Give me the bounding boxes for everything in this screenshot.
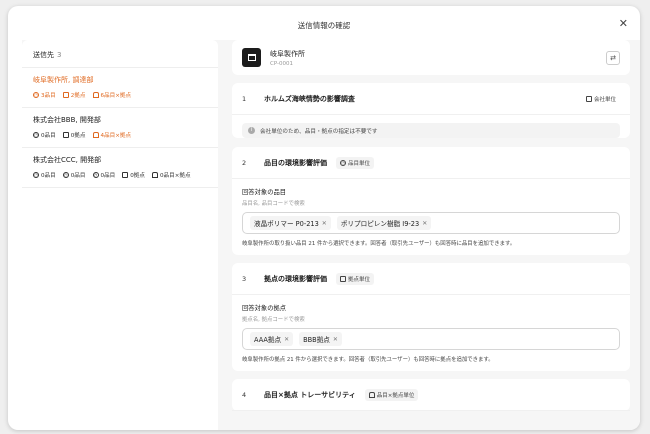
link-icon <box>92 92 99 98</box>
selected-chip: AAA拠点 ✕ <box>250 332 294 346</box>
clock-icon: ◷ <box>340 159 346 166</box>
link-icon <box>368 391 375 398</box>
item-site-tag: 0品目×拠点 <box>152 171 191 179</box>
info-note: i 会社単位のため、品目・拠点の指定は不要です <box>242 123 620 138</box>
section-card: 2 品目の環境影響評価 ◷ 品目単位 回答対象の品目 品目名, 品目コードで検索 … <box>232 147 630 255</box>
recipient-item[interactable]: 株式会社CCC, 開発部 ◷ 0品目 ◷ 0品目 ◷ 0品目 0拠点 0品目×拠点 <box>22 148 218 188</box>
section-card: 4 品目×拠点 トレーサビリティ 品目×拠点単位 <box>232 379 630 411</box>
dialog-body: 送信先 3 岐阜製作所, 調達部 ◷ 3品目 2拠点 6品目×拠点 株式会社BBB,… <box>22 40 640 430</box>
item-site-tag: 4品目×拠点 <box>92 131 131 139</box>
clock-icon: ◷ <box>92 172 99 178</box>
recipient-label: 送信先 <box>33 51 54 59</box>
section-card: 3 拠点の環境影響評価 拠点単位 回答対象の拠点 拠点名, 拠点コードで検索 A… <box>232 263 630 371</box>
remove-icon[interactable]: ✕ <box>333 336 338 343</box>
link-icon <box>92 132 99 138</box>
unit-badge: 会社単位 <box>582 93 620 105</box>
close-icon[interactable]: ✕ <box>619 17 628 30</box>
site-search-input[interactable]: AAA拠点 ✕ BBB拠点 ✕ <box>242 328 620 350</box>
user-switch-icon[interactable]: ⇄ <box>606 50 620 65</box>
unit-badge: ◷ 品目単位 <box>336 156 375 169</box>
company-code: CP-0001 <box>270 60 294 67</box>
detail-panel: 岐阜製作所 CP-0001 ⇄ 1 ホルムズ海峡情勢の影響調査 会社単位 i 会… <box>232 40 630 430</box>
building-icon <box>122 172 129 178</box>
info-icon: i <box>248 127 255 134</box>
sites-tag: 0拠点 <box>62 131 86 139</box>
recipient-name: 株式会社BBB, 開発部 <box>33 116 101 124</box>
clock-icon: ◷ <box>33 172 39 178</box>
sites-tag: 0拠点 <box>122 171 145 179</box>
field-hint: 品目名, 品目コードで検索 <box>242 201 305 207</box>
company-card: 岐阜製作所 CP-0001 ⇄ <box>232 40 630 75</box>
sites-tag: 2拠点 <box>62 91 86 99</box>
clock-icon: ◷ <box>62 172 69 178</box>
factory-icon <box>242 48 261 67</box>
unit-badge: 品目×拠点単位 <box>364 388 419 401</box>
help-text: 岐阜製作所の取り扱い品目 21 件から選択できます。回答者（取引先ユーザー）も回… <box>242 241 516 247</box>
building-icon <box>62 132 69 138</box>
recipient-item[interactable]: 岐阜製作所, 調達部 ◷ 3品目 2拠点 6品目×拠点 <box>22 68 218 108</box>
clock-icon: ◷ <box>33 92 39 98</box>
section-title: ホルムズ海峡情勢の影響調査 <box>264 94 355 103</box>
field-hint: 拠点名, 拠点コードで検索 <box>242 317 305 323</box>
item-search-input[interactable]: 液晶ポリマー P0-213 ✕ ポリプロピレン樹脂 I9-23 ✕ <box>242 212 620 234</box>
selected-chip: 液晶ポリマー P0-213 ✕ <box>250 216 331 230</box>
section-number: 4 <box>242 390 247 399</box>
items-tag: ◷ 0品目 <box>92 172 116 179</box>
company-name: 岐阜製作所 <box>270 49 305 58</box>
building-icon <box>62 92 69 98</box>
field-label: 回答対象の拠点 <box>242 305 287 312</box>
clock-icon: ◷ <box>33 132 39 138</box>
building-icon <box>340 275 346 282</box>
section-title: 拠点の環境影響評価 <box>264 274 327 283</box>
items-tag: ◷ 0品目 <box>33 132 56 139</box>
building-icon <box>585 95 592 102</box>
section-title: 品目×拠点 トレーサビリティ <box>264 390 356 399</box>
items-tag: ◷ 3品目 <box>33 92 56 99</box>
remove-icon[interactable]: ✕ <box>322 220 327 227</box>
selected-chip: BBB拠点 ✕ <box>299 332 342 346</box>
unit-badge: 拠点単位 <box>336 272 375 285</box>
recipient-count: 3 <box>57 51 62 59</box>
remove-icon[interactable]: ✕ <box>284 336 289 343</box>
items-tag: ◷ 0品目 <box>33 172 56 179</box>
section-card: 1 ホルムズ海峡情勢の影響調査 会社単位 i 会社単位のため、品目・拠点の指定は… <box>232 83 630 138</box>
section-number: 1 <box>242 94 247 103</box>
recipient-item[interactable]: 株式会社BBB, 開発部 ◷ 0品目 0拠点 4品目×拠点 <box>22 108 218 148</box>
recipient-name: 岐阜製作所, 調達部 <box>33 76 94 84</box>
items-tag: ◷ 0品目 <box>62 172 86 179</box>
recipient-panel: 送信先 3 岐阜製作所, 調達部 ◷ 3品目 2拠点 6品目×拠点 株式会社BBB,… <box>22 40 218 430</box>
section-number: 3 <box>242 274 247 283</box>
help-text: 岐阜製作所の拠点 21 件から選択できます。回答者（取引先ユーザー）も回答時に拠… <box>242 357 494 363</box>
dialog-title: 送信情報の確認 <box>297 21 351 30</box>
remove-icon[interactable]: ✕ <box>422 220 427 227</box>
section-title: 品目の環境影響評価 <box>264 158 327 167</box>
confirm-dialog: 送信情報の確認 ✕ 送信先 3 岐阜製作所, 調達部 ◷ 3品目 2拠点 6品目×拠… <box>8 6 640 430</box>
link-icon <box>152 172 158 178</box>
selected-chip: ポリプロピレン樹脂 I9-23 ✕ <box>336 216 432 230</box>
section-number: 2 <box>242 158 247 167</box>
item-site-tag: 6品目×拠点 <box>92 91 131 99</box>
field-label: 回答対象の品目 <box>242 189 287 196</box>
recipient-name: 株式会社CCC, 開発部 <box>33 156 102 164</box>
recipient-header: 送信先 3 <box>22 40 218 68</box>
